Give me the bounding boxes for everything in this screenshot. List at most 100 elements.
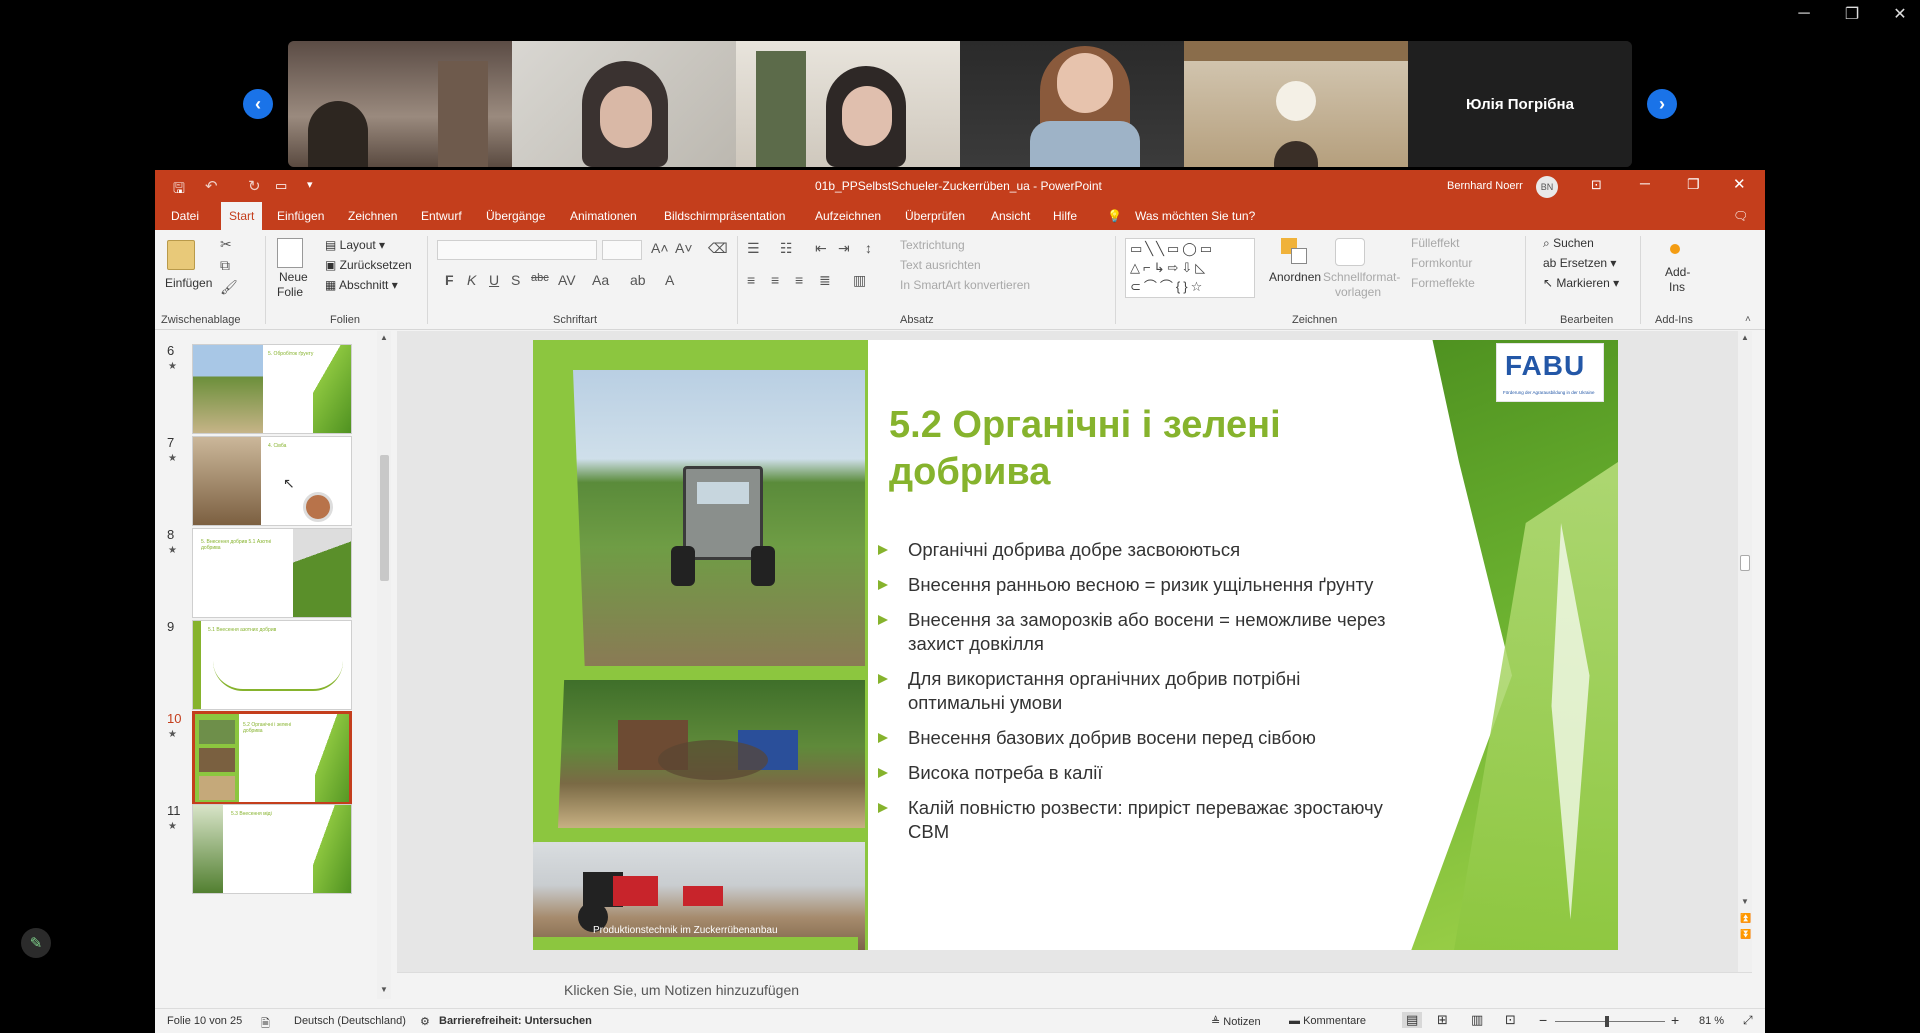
- scrollbar-thumb[interactable]: [1740, 555, 1750, 571]
- addins-icon[interactable]: [1670, 244, 1680, 254]
- font-name-field[interactable]: [437, 240, 597, 260]
- zoom-slider[interactable]: [1555, 1021, 1665, 1022]
- select-button[interactable]: ↖ Markieren ▾: [1543, 276, 1619, 290]
- accessibility-status[interactable]: Barrierefreiheit: Untersuchen: [439, 1015, 592, 1027]
- arrange-button[interactable]: Anordnen: [1269, 270, 1321, 284]
- bold-icon[interactable]: F: [445, 272, 454, 288]
- zoom-slider-thumb[interactable]: [1605, 1016, 1609, 1027]
- normal-view-icon[interactable]: ▤: [1402, 1012, 1423, 1028]
- accessibility-icon[interactable]: ⚙: [420, 1015, 430, 1028]
- scroll-up-icon[interactable]: ▲: [380, 333, 388, 342]
- tab-hilfe[interactable]: Hilfe: [1053, 202, 1077, 230]
- tab-aufzeichnen[interactable]: Aufzeichnen: [815, 202, 881, 230]
- layout-button[interactable]: ▤ Layout ▾: [325, 238, 385, 252]
- tab-zeichnen[interactable]: Zeichnen: [348, 202, 397, 230]
- ribbon-display-icon[interactable]: ⊡: [1591, 177, 1602, 193]
- tell-me-search[interactable]: Was möchten Sie tun?: [1135, 202, 1255, 230]
- increase-indent-icon[interactable]: ⇥: [838, 240, 850, 257]
- align-center-icon[interactable]: ≡: [771, 272, 779, 288]
- paste-icon[interactable]: [167, 240, 195, 270]
- chevron-left-icon[interactable]: ‹: [243, 89, 273, 119]
- tab-bildschirmpraesentation[interactable]: Bildschirmpräsentation: [664, 202, 785, 230]
- comments-button[interactable]: ▬ Kommentare: [1289, 1015, 1366, 1027]
- line-spacing-icon[interactable]: ↕: [865, 240, 872, 256]
- tab-animationen[interactable]: Animationen: [570, 202, 637, 230]
- align-text-button[interactable]: Text ausrichten: [900, 258, 981, 272]
- addins-button[interactable]: Add-: [1665, 265, 1690, 279]
- reset-button[interactable]: ▣ Zurücksetzen: [325, 258, 412, 272]
- collapse-ribbon-icon[interactable]: ˄: [1745, 314, 1751, 325]
- pencil-icon[interactable]: ✎: [21, 928, 51, 958]
- close-button[interactable]: ✕: [1733, 175, 1746, 193]
- participant-video[interactable]: [1184, 41, 1408, 167]
- participant-name-tile[interactable]: Юлія Погрібна: [1408, 41, 1632, 167]
- spellcheck-icon[interactable]: 🗎: [261, 1015, 270, 1033]
- slide-thumbnail[interactable]: 5. Обробіток ґрунту: [192, 344, 352, 434]
- align-right-icon[interactable]: ≡: [795, 272, 803, 288]
- scrollbar-thumb[interactable]: [380, 455, 389, 581]
- redo-icon[interactable]: ↻: [248, 177, 261, 195]
- slide-scrollbar[interactable]: ▲ ▼ ⏫ ⏬: [1738, 331, 1752, 972]
- quick-styles-button[interactable]: Schnellformat-: [1323, 270, 1400, 284]
- restore-button[interactable]: ❐: [1687, 176, 1700, 193]
- undo-icon[interactable]: ↶: [205, 177, 218, 195]
- numbering-icon[interactable]: ☷: [780, 240, 793, 257]
- copy-icon[interactable]: ⧉: [220, 257, 230, 274]
- strikethrough-icon[interactable]: abc: [531, 272, 549, 284]
- participant-video[interactable]: [512, 41, 736, 167]
- participant-video[interactable]: [736, 41, 960, 167]
- scroll-up-icon[interactable]: ▲: [1741, 333, 1749, 342]
- find-button[interactable]: ⌕ Suchen: [1543, 236, 1594, 251]
- tab-ansicht[interactable]: Ansicht: [991, 202, 1030, 230]
- font-color-icon[interactable]: A: [665, 272, 674, 288]
- slide-thumbnail[interactable]: 5. Внесення добрив 5.1 Азотні добрива: [192, 528, 352, 618]
- slide-thumbnail[interactable]: 5.3 Внесення міді: [192, 804, 352, 894]
- zoom-out-icon[interactable]: −: [1539, 1012, 1547, 1028]
- shape-fill-button[interactable]: Fülleffekt: [1411, 236, 1459, 250]
- presenter-icon[interactable]: ▭: [275, 178, 287, 194]
- smartart-button[interactable]: In SmartArt konvertieren: [900, 278, 1030, 292]
- tab-datei[interactable]: Datei: [171, 202, 199, 230]
- underline-icon[interactable]: U: [489, 272, 499, 288]
- justify-icon[interactable]: ≣: [819, 272, 831, 289]
- slide-canvas[interactable]: Produktionstechnik im Zuckerrübenanbau F…: [533, 340, 1618, 950]
- notes-pane[interactable]: Klicken Sie, um Notizen hinzuzufügen: [397, 972, 1752, 1008]
- slide-sorter-icon[interactable]: ⊞: [1437, 1012, 1448, 1028]
- format-painter-icon[interactable]: 🖌: [220, 279, 238, 296]
- shrink-font-icon[interactable]: A˅: [675, 240, 693, 256]
- participant-video[interactable]: [288, 41, 512, 167]
- clear-format-icon[interactable]: ⌫: [708, 240, 728, 257]
- fit-to-window-icon[interactable]: ⤢: [1743, 1013, 1753, 1028]
- grow-font-icon[interactable]: A˄: [651, 240, 669, 256]
- arrange-icon[interactable]: [1281, 238, 1309, 266]
- slide-title[interactable]: 5.2 Органічні і зелені добрива: [889, 402, 1349, 496]
- shape-effects-button[interactable]: Formeffekte: [1411, 276, 1475, 290]
- close-meeting-button[interactable]: ✕: [1872, 0, 1920, 28]
- font-size-field[interactable]: [602, 240, 642, 260]
- replace-button[interactable]: ab Ersetzen ▾: [1543, 256, 1616, 270]
- zoom-in-icon[interactable]: +: [1671, 1012, 1679, 1028]
- thumbnail-scrollbar[interactable]: ▲ ▼: [377, 331, 391, 999]
- tab-start[interactable]: Start: [221, 202, 263, 230]
- quick-styles-icon[interactable]: [1335, 238, 1365, 266]
- notes-button[interactable]: ≜ Notizen: [1211, 1015, 1261, 1028]
- zoom-level[interactable]: 81 %: [1699, 1015, 1724, 1027]
- previous-slide-icon[interactable]: ⏫: [1740, 913, 1751, 924]
- tab-entwurf[interactable]: Entwurf: [421, 202, 462, 230]
- text-direction-button[interactable]: Textrichtung: [900, 238, 965, 252]
- shapes-gallery[interactable]: ▭╲╲▭◯▭ △⌐↳⇨⇩◺ ⊂⌒⌒{}☆: [1125, 238, 1255, 298]
- new-slide-button[interactable]: Neue: [279, 270, 308, 284]
- scroll-down-icon[interactable]: ▼: [1741, 897, 1749, 906]
- char-spacing-icon[interactable]: AV: [558, 272, 576, 288]
- user-name[interactable]: Bernhard Noerr: [1447, 180, 1523, 192]
- language-indicator[interactable]: Deutsch (Deutschland): [294, 1015, 406, 1027]
- minimize-button[interactable]: ─: [1640, 175, 1650, 191]
- change-case-icon[interactable]: Aa: [592, 272, 609, 288]
- italic-icon[interactable]: K: [467, 272, 476, 288]
- paste-button[interactable]: Einfügen: [165, 276, 212, 290]
- reading-view-icon[interactable]: ▥: [1471, 1012, 1483, 1028]
- slide-thumbnail[interactable]: 5.1 Внесення азотних добрив: [192, 620, 352, 710]
- decrease-indent-icon[interactable]: ⇤: [815, 240, 827, 257]
- new-slide-icon[interactable]: [277, 238, 303, 268]
- save-icon[interactable]: 🖫: [173, 178, 185, 202]
